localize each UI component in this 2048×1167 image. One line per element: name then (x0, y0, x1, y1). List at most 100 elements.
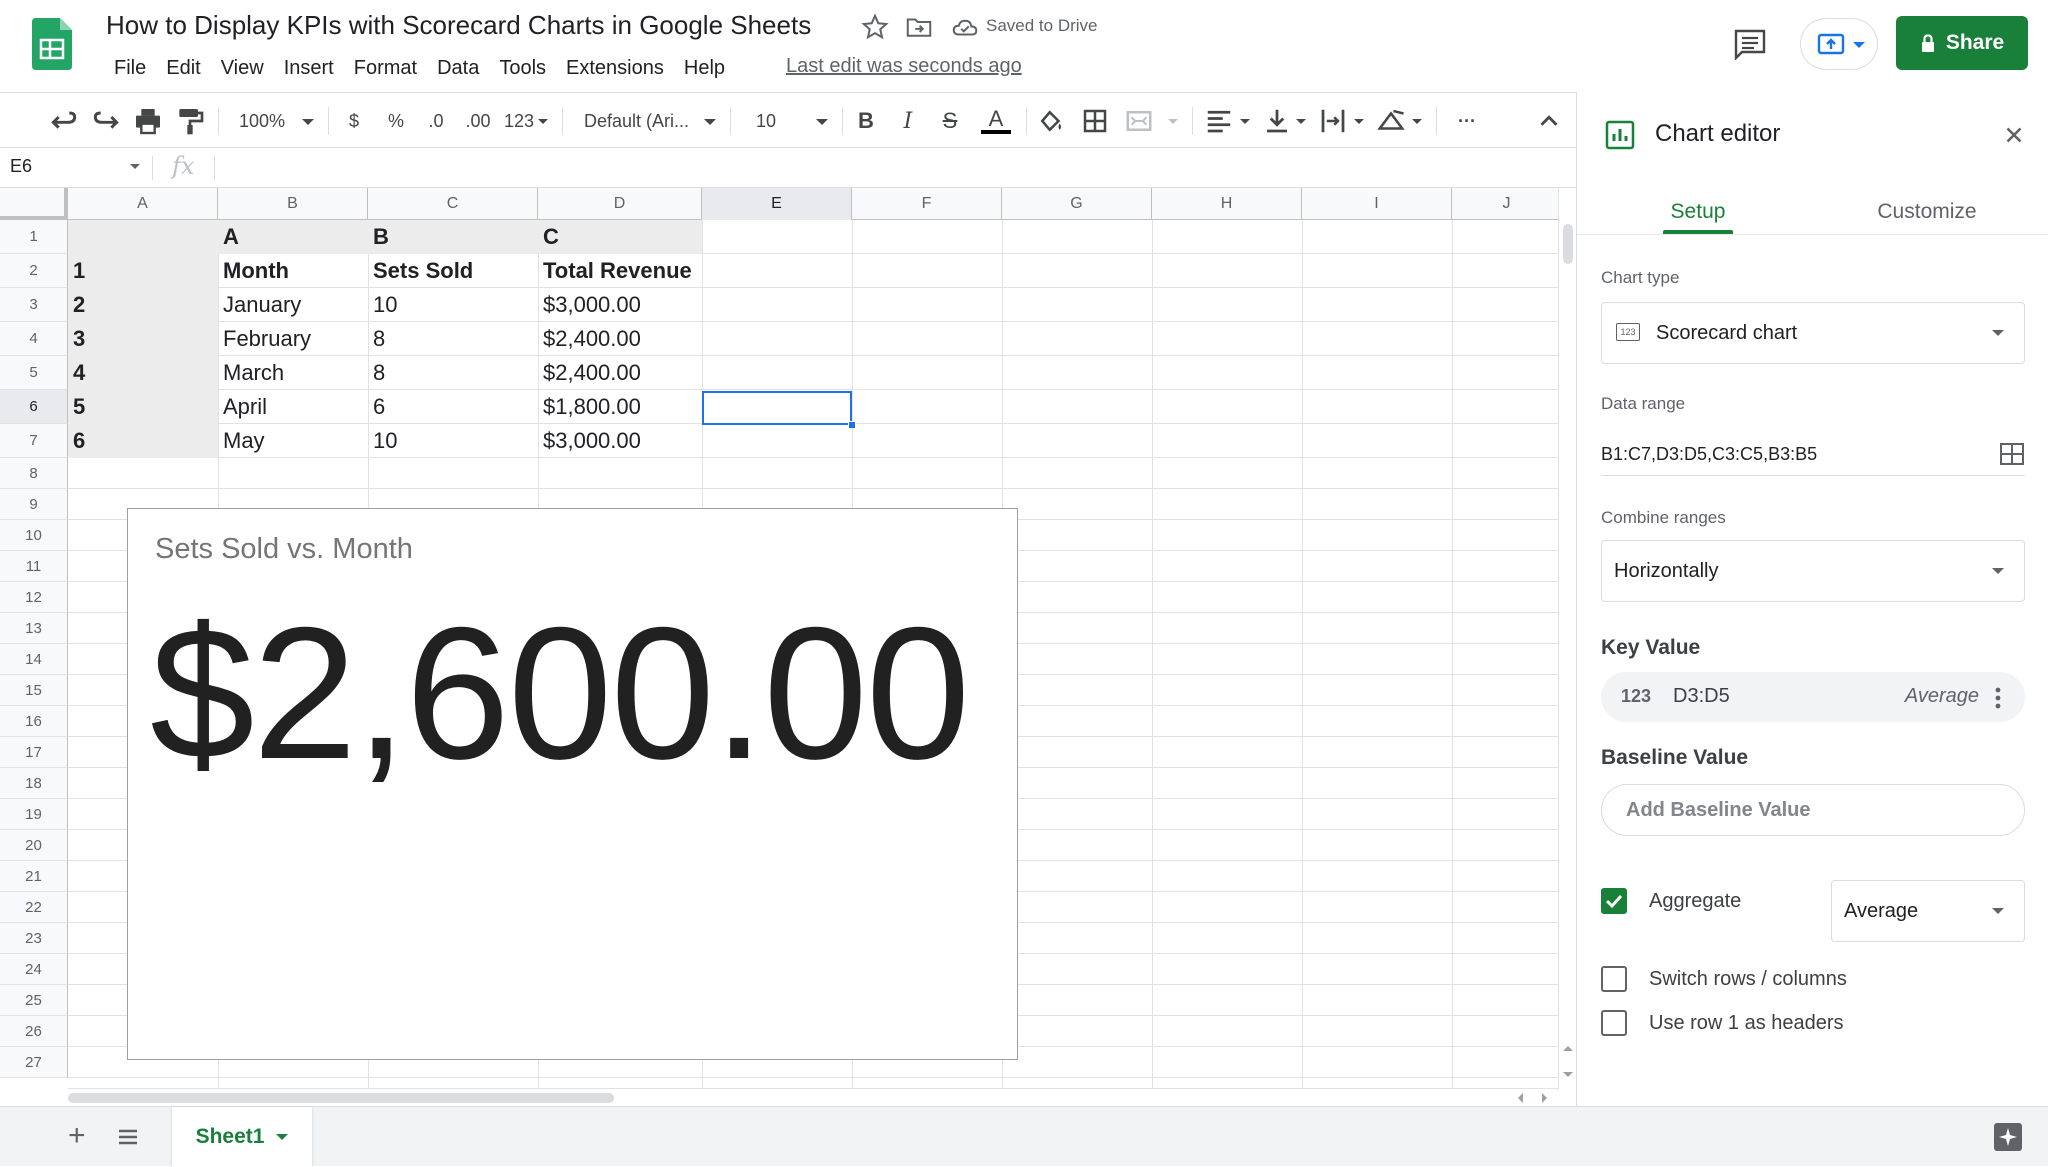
collapse-toolbar-icon[interactable] (1534, 103, 1564, 139)
select-range-grid-icon[interactable] (1999, 442, 2025, 466)
cell-d3[interactable]: $3,000.00 (538, 288, 702, 322)
text-color-button[interactable]: A (980, 103, 1012, 139)
row-header-18[interactable]: 18 (0, 768, 68, 799)
scorecard-chart[interactable]: Sets Sold vs. Month $2,600.00 (127, 508, 1018, 1060)
formula-input[interactable] (220, 152, 1550, 184)
decrease-decimal-button[interactable]: .0 (420, 103, 452, 139)
text-rotation-dropdown-icon[interactable] (1412, 119, 1422, 124)
text-wrapping-dropdown-icon[interactable] (1354, 119, 1364, 124)
scroll-right-icon[interactable] (1542, 1093, 1547, 1103)
cell-d2[interactable]: Total Revenue (538, 254, 702, 288)
strikethrough-button[interactable]: S (936, 103, 964, 139)
select-all-corner[interactable] (0, 188, 68, 220)
horizontal-align-dropdown-icon[interactable] (1240, 119, 1250, 124)
menu-data[interactable]: Data (427, 54, 489, 82)
borders-icon[interactable] (1080, 103, 1110, 139)
currency-format-button[interactable]: $ (342, 103, 366, 139)
row-header-3[interactable]: 3 (0, 288, 68, 322)
cell-c3[interactable]: 10 (368, 288, 538, 322)
italic-button[interactable]: I (894, 103, 922, 139)
vertical-scrollbar[interactable] (1558, 188, 1576, 1090)
cell-d6[interactable]: $1,800.00 (538, 390, 702, 424)
combine-ranges-dropdown[interactable]: Horizontally (1601, 540, 2025, 602)
name-box[interactable]: E6 (10, 156, 32, 177)
font-dropdown-icon[interactable] (704, 119, 716, 125)
column-header-h[interactable]: H (1152, 188, 1302, 220)
row-header-27[interactable]: 27 (0, 1047, 68, 1078)
cell-c5[interactable]: 8 (368, 356, 538, 390)
sheet-tab-sheet1[interactable]: Sheet1 (172, 1107, 312, 1167)
explore-icon[interactable] (1992, 1121, 2024, 1153)
sheets-logo-icon[interactable] (32, 18, 72, 70)
menu-help[interactable]: Help (674, 54, 735, 82)
redo-icon[interactable] (90, 103, 122, 139)
percent-format-button[interactable]: % (382, 103, 410, 139)
merge-cells-icon[interactable] (1124, 103, 1154, 139)
move-folder-icon[interactable] (904, 12, 934, 42)
cell-a7[interactable]: 6 (68, 424, 218, 458)
more-vert-icon[interactable] (1995, 686, 2001, 710)
zoom-dropdown-icon[interactable] (302, 119, 314, 125)
row-header-23[interactable]: 23 (0, 923, 68, 954)
horizontal-align-icon[interactable] (1204, 103, 1234, 139)
cell-d4[interactable]: $2,400.00 (538, 322, 702, 356)
scroll-down-icon[interactable] (1563, 1072, 1573, 1077)
cell-c4[interactable]: 8 (368, 322, 538, 356)
fill-handle[interactable] (848, 421, 856, 429)
star-icon[interactable] (860, 12, 890, 42)
text-rotation-icon[interactable] (1376, 103, 1406, 139)
sheet-menu-dropdown-icon[interactable] (276, 1134, 289, 1140)
horizontital-scrollbar[interactable] (68, 1088, 1558, 1106)
cell-b7[interactable]: May (218, 424, 368, 458)
cell-d7[interactable]: $3,000.00 (538, 424, 702, 458)
menu-format[interactable]: Format (344, 54, 427, 82)
switch-rows-columns-checkbox[interactable] (1601, 966, 1627, 992)
cell-a4[interactable]: 3 (68, 322, 218, 356)
key-value-chip[interactable]: 123 D3:D5 Average (1601, 672, 2025, 722)
row-header-17[interactable]: 17 (0, 737, 68, 768)
row-header-14[interactable]: 14 (0, 644, 68, 675)
row-header-8[interactable]: 8 (0, 458, 68, 489)
column-header-d[interactable]: D (538, 188, 702, 220)
cell-d5[interactable]: $2,400.00 (538, 356, 702, 390)
document-title[interactable]: How to Display KPIs with Scorecard Chart… (106, 10, 811, 41)
row-header-21[interactable]: 21 (0, 861, 68, 892)
row-header-16[interactable]: 16 (0, 706, 68, 737)
font-size-select[interactable]: 10 (752, 103, 780, 139)
menu-insert[interactable]: Insert (274, 54, 344, 82)
undo-icon[interactable] (48, 103, 80, 139)
data-range-field[interactable]: B1:C7,D3:D5,C3:C5,B3:B5 (1601, 440, 2025, 476)
cell-a5[interactable]: 4 (68, 356, 218, 390)
cell-d1[interactable]: C (538, 220, 702, 254)
menu-file[interactable]: File (104, 54, 156, 82)
cell-a3[interactable]: 2 (68, 288, 218, 322)
row-header-7[interactable]: 7 (0, 424, 68, 458)
fill-color-icon[interactable] (1036, 103, 1066, 139)
cell-a6[interactable]: 5 (68, 390, 218, 424)
chart-type-dropdown[interactable]: 123 Scorecard chart (1601, 302, 2025, 364)
use-row1-headers-checkbox[interactable] (1601, 1010, 1627, 1036)
row-header-9[interactable]: 9 (0, 489, 68, 520)
name-box-dropdown-icon[interactable] (130, 164, 140, 169)
menu-edit[interactable]: Edit (156, 54, 210, 82)
cell-b3[interactable]: January (218, 288, 368, 322)
scroll-left-icon[interactable] (1518, 1093, 1523, 1103)
cell-c6[interactable]: 6 (368, 390, 538, 424)
increase-decimal-button[interactable]: .00 (460, 103, 496, 139)
row-header-19[interactable]: 19 (0, 799, 68, 830)
column-header-a[interactable]: A (68, 188, 218, 220)
cell-c7[interactable]: 10 (368, 424, 538, 458)
horizontal-scroll-thumb[interactable] (68, 1093, 614, 1103)
cloud-saved-icon[interactable] (950, 12, 980, 42)
tab-customize[interactable]: Customize (1867, 200, 1987, 224)
more-formats-button[interactable]: 123 (502, 103, 536, 139)
column-header-e[interactable]: E (702, 188, 852, 220)
row-header-1[interactable]: 1 (0, 220, 68, 254)
paint-format-icon[interactable] (174, 103, 206, 139)
row-header-15[interactable]: 15 (0, 675, 68, 706)
font-select[interactable]: Default (Ari... (584, 103, 696, 139)
column-header-f[interactable]: F (852, 188, 1002, 220)
baseline-value-input[interactable]: Add Baseline Value (1601, 784, 2025, 836)
row-header-10[interactable]: 10 (0, 520, 68, 551)
cell-a1[interactable] (68, 220, 218, 254)
